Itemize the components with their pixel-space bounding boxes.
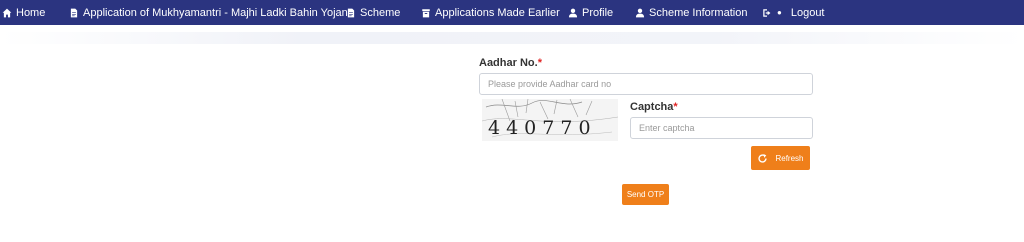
document-icon <box>70 8 78 17</box>
required-mark: * <box>537 57 542 69</box>
nav-profile[interactable]: Profile <box>568 0 613 25</box>
nav-home-label: Home <box>16 6 46 19</box>
send-otp-label: Send OTP <box>626 190 665 199</box>
nav-scheme[interactable]: Scheme <box>346 0 400 25</box>
page-banner-strip <box>0 32 1024 44</box>
nav-home[interactable]: Home <box>2 0 45 25</box>
home-icon <box>2 8 12 17</box>
refresh-label: Refresh <box>775 153 804 163</box>
nav-scheme-information[interactable]: Scheme Information <box>635 0 747 25</box>
sign-out-icon <box>763 8 771 17</box>
nav-application-label: Application of Mukhyamantri - Majhi Ladk… <box>83 6 354 19</box>
aadhar-label: Aadhar No.* <box>479 57 542 69</box>
captcha-image: 440770 <box>482 99 618 141</box>
aadhar-label-text: Aadhar No. <box>479 57 538 69</box>
document-icon <box>347 8 355 17</box>
nav-profile-label: Profile <box>582 6 614 19</box>
refresh-captcha-button[interactable]: Refresh <box>751 146 810 170</box>
captcha-input[interactable] <box>630 117 813 139</box>
nav-scheme-label: Scheme <box>360 6 401 19</box>
captcha-text: 440770 <box>488 117 597 139</box>
refresh-icon <box>758 153 768 163</box>
user-icon <box>635 8 645 17</box>
archive-icon <box>422 8 430 17</box>
required-mark: * <box>673 101 678 113</box>
nav-applications-earlier[interactable]: Applications Made Earlier <box>421 0 560 25</box>
nav-applications-earlier-label: Applications Made Earlier <box>435 6 560 19</box>
captcha-label: Captcha* <box>630 101 678 113</box>
nav-application[interactable]: Application of Mukhyamantri - Majhi Ladk… <box>69 0 354 25</box>
nav-logout[interactable]: ● Logout <box>762 0 825 25</box>
nav-logout-dot: ● <box>777 8 782 17</box>
nav-scheme-information-label: Scheme Information <box>649 6 748 19</box>
aadhar-input[interactable] <box>479 73 813 95</box>
nav-logout-label: Logout <box>790 6 825 19</box>
user-icon <box>568 8 578 17</box>
captcha-label-text: Captcha <box>630 101 674 113</box>
top-navbar: Home Application of Mukhyamantri - Majhi… <box>0 0 1024 25</box>
send-otp-button[interactable]: Send OTP <box>622 184 669 205</box>
